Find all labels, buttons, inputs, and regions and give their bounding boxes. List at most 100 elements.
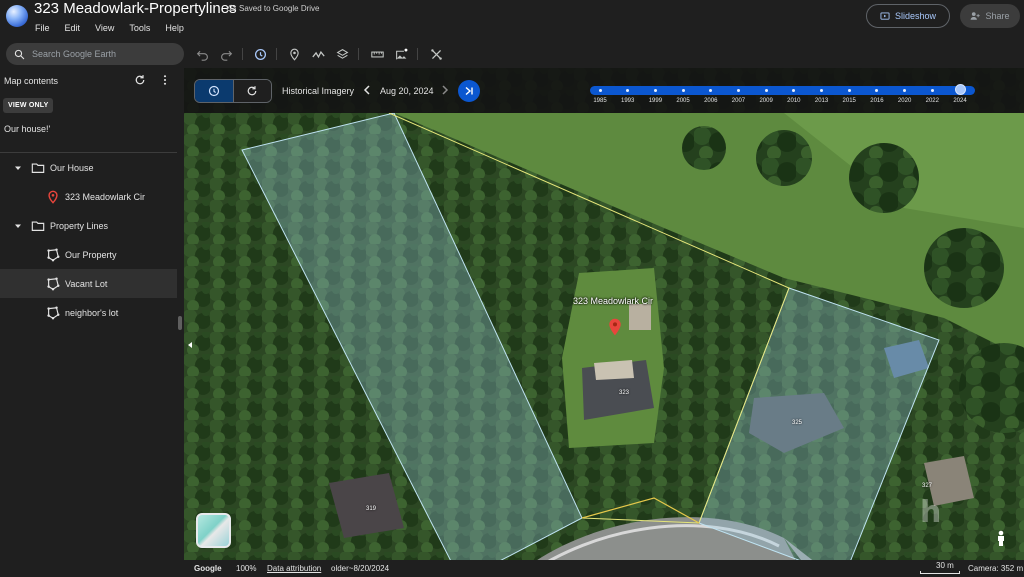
placemark-pin-icon[interactable] [608,318,622,336]
tree-folder-our-house[interactable]: Our House [0,153,177,182]
tree-item-our-property[interactable]: Our Property [0,240,177,269]
undo-icon [196,50,208,61]
polygon-icon [47,277,60,290]
menu-edit[interactable]: Edit [65,23,81,33]
timeline-year-dot[interactable] [681,89,685,92]
menu-help[interactable]: Help [165,23,184,33]
timeline-year-dot[interactable] [764,89,768,92]
timeline-year-dot[interactable] [792,89,796,92]
timeline-year-dot[interactable] [820,89,824,92]
timeline-year-label[interactable]: 2005 [676,98,689,104]
timeline-year-label[interactable]: 1999 [649,98,662,104]
google-earth-logo[interactable] [6,5,28,27]
chevron-right-icon[interactable] [440,84,450,96]
timeline-year-dot[interactable] [709,89,713,92]
project-description: Our house!' [4,124,51,134]
save-status: Saved to Google Drive [226,3,320,13]
timeline-year-label[interactable]: 2006 [704,98,717,104]
timeline-year-label[interactable]: 2013 [815,98,828,104]
measure-icon [370,51,384,57]
timeline-year-label[interactable]: 2022 [926,98,939,104]
satellite-imagery[interactable] [184,68,1024,577]
share-button[interactable]: Share [960,4,1020,28]
tools-icon [430,48,442,60]
folder-icon [31,220,45,231]
data-attribution-link[interactable]: Data attribution [267,564,321,573]
timeline-year-label[interactable]: 2024 [953,98,966,104]
history-icon [208,85,220,97]
house-number-label: 319 [366,506,377,512]
street-view-person-icon[interactable] [995,530,1007,546]
timeline-year-dot[interactable] [930,89,934,92]
historical-imagery-button[interactable] [252,46,268,62]
timeline-year-label[interactable]: 1993 [621,98,634,104]
tree-item-vacant-lot[interactable]: Vacant Lot [0,269,177,298]
undo-button[interactable] [194,46,210,62]
chevron-left-icon[interactable] [362,84,372,96]
tools-button[interactable] [428,46,444,62]
timeline-slider[interactable]: 1985 1993 1999 2005 2006 2007 2009 2010 2013 2015… [590,84,975,104]
toolbar-divider [358,48,359,60]
collapse-panel-icon[interactable] [186,341,194,349]
placemark-label[interactable]: 323 Meadowlark Cir [573,296,653,306]
timeline-year-label[interactable]: 2016 [870,98,883,104]
image-overlay-button[interactable] [393,46,409,62]
project-title[interactable]: 323 Meadowlark-Propertylines [34,0,237,17]
layers-button[interactable] [334,46,350,62]
timeline-year-dot[interactable] [598,89,602,92]
timeline-year-dot[interactable] [626,89,630,92]
timeline-year-label[interactable]: 1985 [593,98,606,104]
timeline-year-label[interactable]: 2015 [843,98,856,104]
jump-to-latest-button[interactable] [458,80,480,102]
imagery-date-range: older~8/20/2024 [331,564,390,573]
historical-mode-button[interactable] [195,80,233,102]
add-path-button[interactable] [310,46,326,62]
house-number-label: 325 [792,420,803,426]
timeline-year-label[interactable]: 2009 [759,98,772,104]
menu-view[interactable]: View [95,23,114,33]
chevron-down-icon[interactable] [14,222,22,230]
more-options-icon[interactable] [160,74,170,86]
map-view[interactable]: 323 Meadowlark Cir 323 325 319 327 [184,68,1024,577]
view-only-badge: VIEW ONLY [3,98,54,113]
add-placemark-button[interactable] [286,46,302,62]
current-mode-button[interactable] [232,80,271,102]
tree-item-label: Our House [50,162,94,173]
chevron-down-icon[interactable] [14,164,22,172]
search-box[interactable] [6,43,184,65]
search-input[interactable] [32,49,172,59]
tree-folder-property-lines[interactable]: Property Lines [0,211,177,240]
timeline-year-dot[interactable] [736,89,740,92]
imagery-mode-toggle[interactable] [194,79,272,103]
add-person-icon [971,12,981,20]
tree-item-neighbors-lot[interactable]: neighbor's lot [0,298,177,327]
timeline-year-dot[interactable] [903,89,907,92]
timeline-knob[interactable] [954,84,966,95]
tree-item-label: neighbor's lot [65,307,119,318]
refresh-icon[interactable] [134,74,146,86]
menu-tools[interactable]: Tools [129,23,150,33]
mini-globe-map[interactable] [196,513,231,548]
redo-button[interactable] [218,46,234,62]
toolbar-divider [242,48,243,60]
slideshow-button[interactable]: Slideshow [866,4,950,28]
timeline-year-label[interactable]: 2020 [898,98,911,104]
timeline-year-dot[interactable] [847,89,851,92]
toolbar [0,40,1024,68]
panel-resize-handle[interactable] [178,316,182,330]
share-label: Share [985,11,1010,21]
slideshow-icon [880,12,890,20]
redo-icon [220,50,232,61]
tree-item-placemark[interactable]: 323 Meadowlark Cir [0,182,177,211]
timeline-year-label[interactable]: 2007 [732,98,745,104]
toolbar-divider [417,48,418,60]
timeline-year-dot[interactable] [653,89,657,92]
timeline-year-label[interactable]: 2010 [787,98,800,104]
house-number-label: 323 [619,390,630,396]
tree-item-label: Property Lines [50,220,109,231]
timeline-year-dot[interactable] [875,89,879,92]
menu-file[interactable]: File [35,23,50,33]
search-icon [14,49,25,59]
measure-button[interactable] [369,46,385,62]
status-bar: Google 100% Data attribution older~8/20/… [184,560,1024,577]
